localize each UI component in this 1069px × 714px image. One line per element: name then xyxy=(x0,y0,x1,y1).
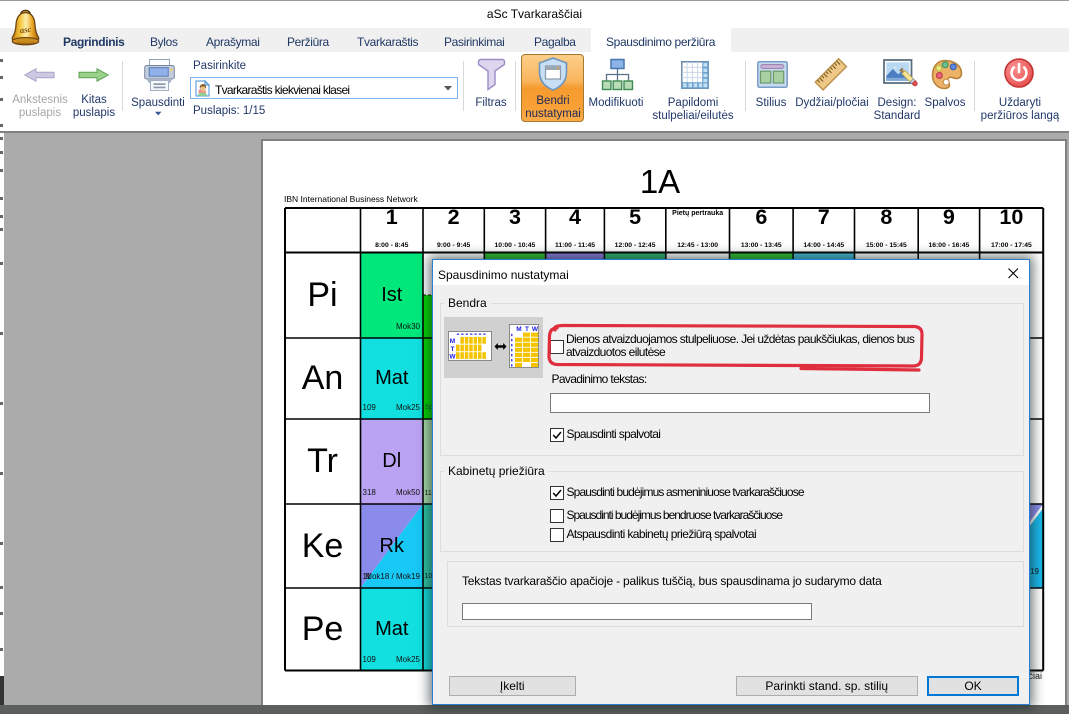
svg-text:M: M xyxy=(516,326,521,333)
svg-text:T: T xyxy=(451,346,455,353)
svg-text:M: M xyxy=(450,338,455,345)
svg-text:T: T xyxy=(525,326,529,333)
svg-text:W: W xyxy=(532,326,539,333)
svg-text:asc: asc xyxy=(19,24,32,36)
svg-text:W: W xyxy=(449,353,456,360)
